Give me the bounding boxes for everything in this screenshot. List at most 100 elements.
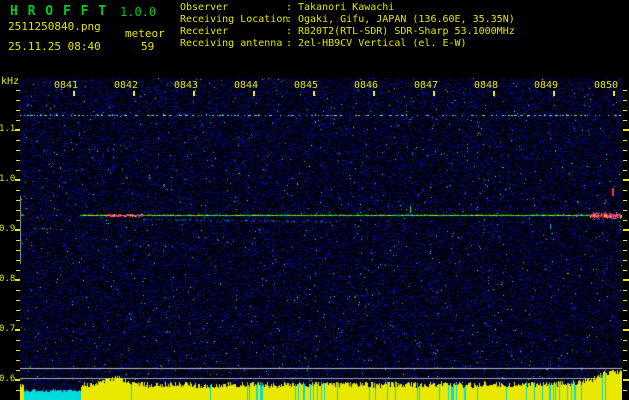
time-label: 0842 (114, 80, 139, 91)
time-label: 0844 (234, 80, 259, 91)
mode-label: meteor (125, 27, 165, 40)
freq-minor-tick-left (16, 150, 20, 151)
freq-minor-tick-left (16, 300, 20, 301)
time-label: 0849 (534, 80, 559, 91)
freq-tick-label: 0.6 (0, 374, 16, 384)
freq-minor-tick-right (623, 220, 627, 221)
station-info-separator: : (286, 2, 293, 13)
freq-major-tick-left (15, 129, 20, 131)
freq-minor-tick-left (16, 220, 20, 221)
freq-minor-tick-left (16, 350, 20, 351)
freq-major-tick-left (15, 329, 20, 331)
freq-minor-tick-left (16, 140, 20, 141)
station-info-separator: : (286, 26, 293, 37)
freq-minor-tick-left (16, 170, 20, 171)
station-info-row: Receiving antenna:2el-HB9CV Vertical (el… (180, 38, 515, 50)
station-info-label: Receiver (180, 26, 229, 37)
freq-minor-tick-left (16, 260, 20, 261)
freq-minor-tick-left (16, 250, 20, 251)
output-filename: 2511250840.png (8, 20, 101, 33)
freq-minor-tick-left (16, 310, 20, 311)
hrofft-screen: H R O F F T 1.0.0 2511250840.png meteor … (0, 0, 629, 400)
freq-minor-tick-right (623, 170, 627, 171)
meteor-count: 59 (141, 40, 155, 53)
minute-tick (433, 91, 435, 96)
freq-major-tick-left (15, 179, 20, 181)
freq-minor-tick-left (16, 290, 20, 291)
station-info-row: Observer: Takanori Kawachi (180, 2, 515, 14)
freq-minor-tick-left (16, 210, 20, 211)
freq-major-tick-right (623, 129, 629, 131)
freq-minor-tick-right (623, 200, 627, 201)
freq-minor-tick-right (623, 160, 627, 161)
freq-tick-label: 1.1 (0, 124, 16, 134)
time-label: 0845 (294, 80, 319, 91)
freq-major-tick-left (15, 379, 20, 381)
freq-minor-tick-right (623, 360, 627, 361)
minute-tick (493, 91, 495, 96)
station-info: Observer: Takanori Kawachi Receiving Locat… (180, 2, 515, 50)
minute-tick (73, 91, 75, 96)
freq-minor-tick-left (16, 340, 20, 341)
freq-minor-tick-right (623, 310, 627, 311)
station-info-separator: : (286, 38, 293, 49)
minute-tick (133, 91, 135, 96)
time-label: 0841 (54, 80, 79, 91)
freq-minor-tick-right (623, 140, 627, 141)
freq-major-tick-right (623, 379, 629, 381)
freq-minor-tick-right (623, 390, 627, 391)
datetime-label: 25.11.25 08:40 (8, 40, 101, 53)
freq-minor-tick-right (623, 260, 627, 261)
minute-tick (253, 91, 255, 96)
freq-major-tick-right (623, 179, 629, 181)
freq-minor-tick-left (16, 120, 20, 121)
freq-minor-tick-left (16, 190, 20, 191)
minute-tick (613, 91, 615, 96)
freq-minor-tick-right (623, 120, 627, 121)
freq-minor-tick-right (623, 250, 627, 251)
freq-major-tick-right (623, 329, 629, 331)
freq-minor-tick-left (16, 390, 20, 391)
freq-minor-tick-right (623, 270, 627, 271)
app-title: H R O F F T (10, 4, 108, 19)
freq-minor-tick-left (16, 240, 20, 241)
freq-minor-tick-left (16, 100, 20, 101)
freq-minor-tick-right (623, 340, 627, 341)
freq-major-tick-left (15, 279, 20, 281)
freq-tick-label: 0.9 (0, 224, 16, 234)
freq-minor-tick-right (623, 150, 627, 151)
app-version: 1.0.0 (120, 5, 157, 19)
minute-tick (373, 91, 375, 96)
freq-minor-tick-right (623, 300, 627, 301)
time-label: 0848 (474, 80, 499, 91)
time-label: 0843 (174, 80, 199, 91)
station-info-label: Receiving Location (180, 14, 289, 25)
station-info-separator: : (286, 14, 293, 25)
minute-tick (193, 91, 195, 96)
freq-minor-tick-right (623, 90, 627, 91)
station-info-value: R820T2(RTL-SDR) SDR-Sharp 53.1000MHz (298, 26, 515, 37)
minute-tick (553, 91, 555, 96)
freq-tick-label: 1.0 (0, 174, 16, 184)
minute-tick (313, 91, 315, 96)
freq-minor-tick-left (16, 90, 20, 91)
freq-minor-tick-right (623, 110, 627, 111)
freq-major-tick-right (623, 279, 629, 281)
freq-minor-tick-right (623, 240, 627, 241)
freq-minor-tick-right (623, 210, 627, 211)
freq-major-tick-left (15, 229, 20, 231)
time-label: 0846 (354, 80, 379, 91)
freq-minor-tick-left (16, 370, 20, 371)
freq-tick-label: 0.7 (0, 324, 16, 334)
station-info-value: 2el-HB9CV Vertical (el. E-W) (298, 38, 467, 49)
station-info-label: Observer (180, 2, 229, 13)
station-info-value: Takanori Kawachi (298, 2, 395, 13)
station-info-row: Receiving Location: Ogaki, Gifu, JAPAN (1… (180, 14, 515, 26)
time-label: 0847 (414, 80, 439, 91)
freq-minor-tick-left (16, 320, 20, 321)
freq-major-tick-right (623, 229, 629, 231)
freq-minor-tick-left (16, 270, 20, 271)
station-info-label: Receiving antenna (180, 38, 283, 49)
station-info-value: Ogaki, Gifu, JAPAN (136.60E, 35.35N) (298, 14, 515, 25)
freq-minor-tick-left (16, 160, 20, 161)
